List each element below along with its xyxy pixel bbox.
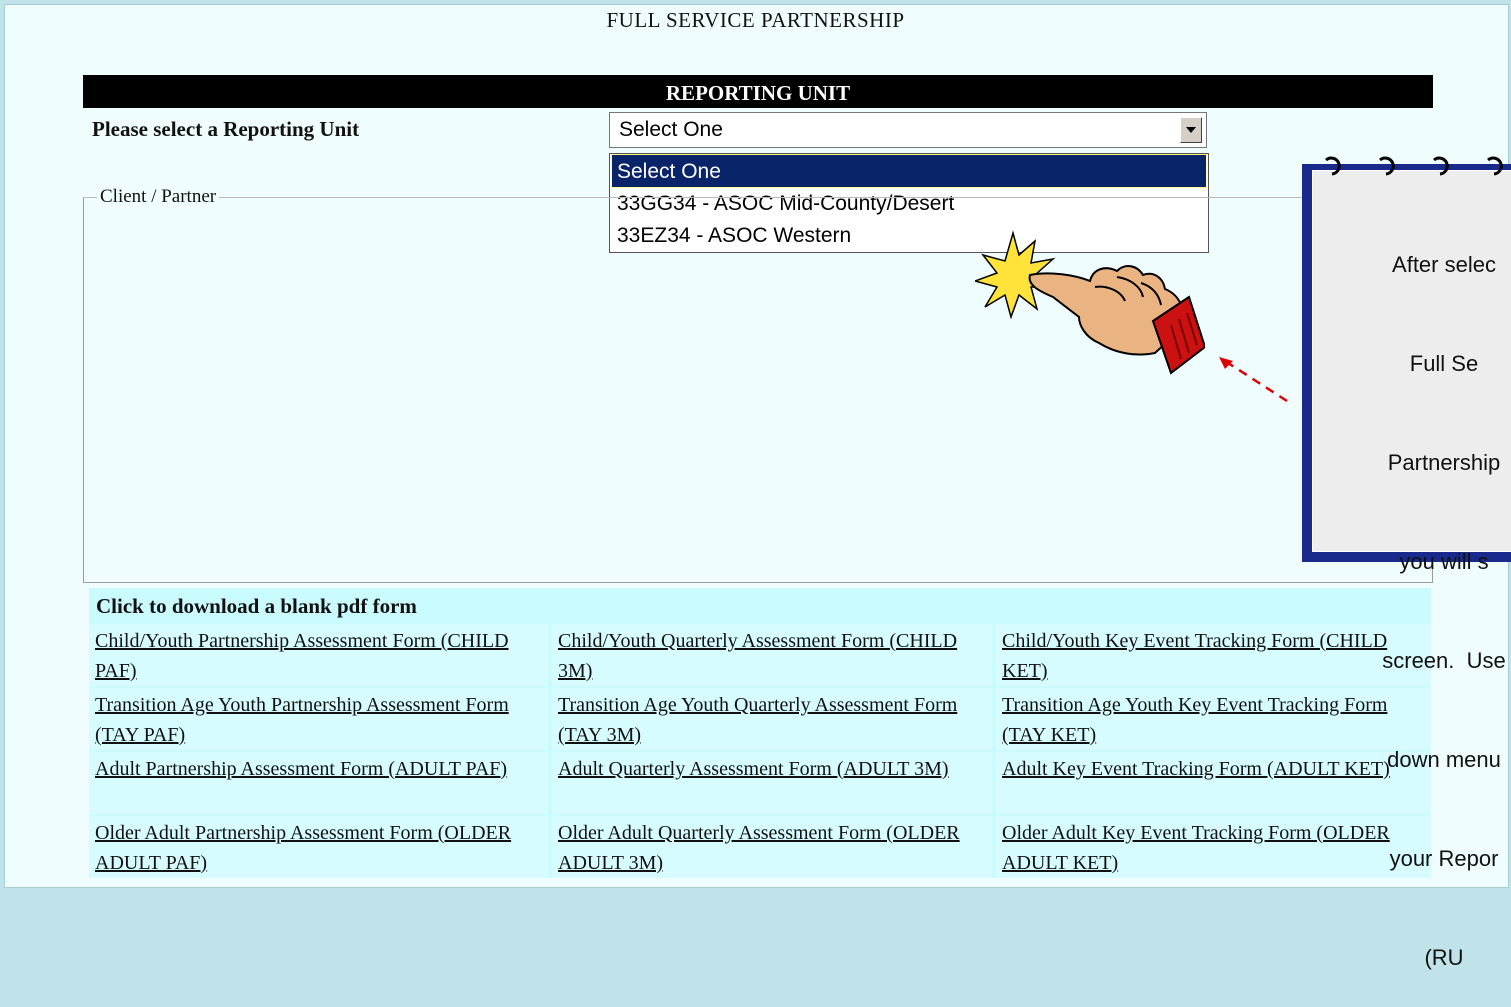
form-cell: Child/Youth Quarterly Assessment Form (C… — [552, 624, 992, 686]
callout-line: your Repor — [1389, 846, 1499, 871]
form-link[interactable]: Adult Partnership Assessment Form (ADULT… — [95, 758, 507, 780]
callout-line: Full Se — [1409, 351, 1479, 376]
form-cell: Transition Age Youth Partnership Assessm… — [89, 688, 548, 750]
callout-line: down menu — [1387, 747, 1501, 772]
form-link[interactable]: Child/Youth Partnership Assessment Form … — [95, 630, 509, 682]
callout-line: screen. Use — [1382, 648, 1506, 673]
select-value: Select One — [619, 118, 723, 141]
spiral-rings-icon — [1325, 156, 1503, 176]
page-title: FULL SERVICE PARTNERSHIP — [606, 8, 905, 32]
form-link[interactable]: Child/Youth Quarterly Assessment Form (C… — [558, 630, 957, 682]
callout-line: After selec — [1392, 252, 1496, 277]
reporting-unit-header: REPORTING UNIT — [83, 75, 1433, 108]
callout-line: Partnership — [1387, 450, 1501, 475]
reporting-unit-label: Please select a Reporting Unit — [92, 117, 360, 141]
form-cell: Adult Partnership Assessment Form (ADULT… — [89, 752, 548, 814]
reporting-unit-select[interactable]: Select One — [609, 112, 1207, 148]
form-cell: Older Adult Partnership Assessment Form … — [89, 816, 548, 878]
forms-panel: Click to download a blank pdf form Child… — [89, 588, 1431, 878]
callout-text: After selec Full Se Partnership you will… — [1314, 182, 1511, 1007]
pointing-hand-icon — [975, 230, 1205, 375]
form-cell: Transition Age Youth Quarterly Assessmen… — [552, 688, 992, 750]
form-link[interactable]: Older Adult Quarterly Assessment Form (O… — [558, 822, 960, 874]
form-cell: Adult Quarterly Assessment Form (ADULT 3… — [552, 752, 992, 814]
dropdown-option[interactable]: Select One — [611, 154, 1207, 188]
callout-line: (RU — [1424, 945, 1464, 970]
form-link[interactable]: Transition Age Youth Partnership Assessm… — [95, 694, 509, 746]
chevron-down-icon[interactable] — [1180, 117, 1202, 143]
form-link[interactable]: Older Adult Partnership Assessment Form … — [95, 822, 511, 874]
form-cell: Child/Youth Partnership Assessment Form … — [89, 624, 548, 686]
forms-title: Click to download a blank pdf form — [96, 594, 417, 618]
dashed-arrow-icon — [1219, 357, 1288, 403]
form-link[interactable]: Adult Quarterly Assessment Form (ADULT 3… — [558, 758, 949, 780]
client-partner-legend: Client / Partner — [97, 186, 220, 208]
callout-line: you will s — [1399, 549, 1489, 574]
form-link[interactable]: Transition Age Youth Quarterly Assessmen… — [558, 694, 957, 746]
form-cell: Older Adult Quarterly Assessment Form (O… — [552, 816, 992, 878]
